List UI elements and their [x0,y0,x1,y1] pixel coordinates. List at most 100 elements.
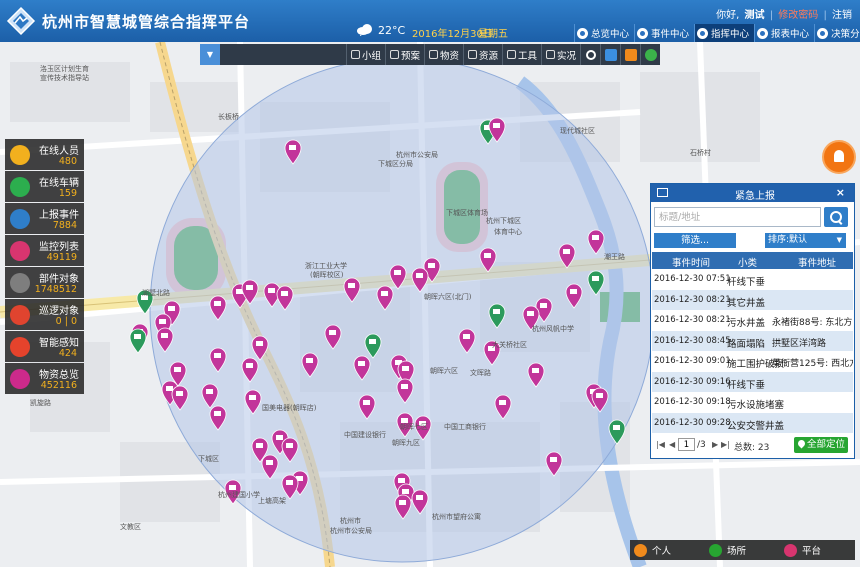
row-time: 2016-12-30 09:28 [654,417,731,428]
map-label: 湖墅北路 [142,289,170,297]
close-icon[interactable]: × [836,186,845,199]
last-page-icon[interactable]: ▶| [721,440,730,449]
stat-monitor-list[interactable]: 监控列表 49119 [5,235,84,266]
logout-link[interactable]: 注销 [832,10,852,21]
row-time: 2016-12-30 07:51 [654,274,731,284]
patrol-icon [10,305,30,325]
stat-label: 物资总览 [39,370,79,381]
row-subtype: 污水设施堵塞 [727,400,785,411]
toolbar-plan-button[interactable]: 预案 [384,44,424,65]
table-row[interactable]: 2016-12-30 07:51 杆线下垂 [652,269,853,290]
separator: | [769,10,774,21]
search-icon[interactable] [824,207,848,227]
materials-icon [429,50,438,59]
alarm-bell-icon[interactable] [822,140,856,174]
table-row[interactable]: 2016-12-30 09:16 杆线下垂 [652,371,853,392]
stat-component-objects[interactable]: 部件对象 1748512 [5,267,84,298]
group-icon [350,50,360,59]
layer-person-button[interactable]: 个人 [630,540,705,560]
power-button[interactable] [580,44,600,65]
stat-value: 1748512 [34,284,77,295]
emergency-report-panel: 紧急上报 × 筛选... 排序:默认 事件时间 小类 事件地址 2016-12-… [650,183,855,459]
map-label: 潮王路 [604,253,625,261]
live-icon [546,50,556,59]
table-row[interactable]: 2016-12-30 09:28 公安交警井盖 [652,412,853,433]
map-label: 中国建设银行 [344,431,386,439]
command-icon [697,27,709,39]
map-label: 下城区分局 [378,160,413,168]
locate-all-button[interactable]: 全部定位 [794,437,848,453]
stat-smart-sensing[interactable]: 智能感知 424 [5,331,84,362]
stat-materials-overview[interactable]: 物资总览 452116 [5,363,84,394]
layer-venue-button[interactable]: 场所 [705,540,780,560]
stat-value: 452116 [40,380,77,391]
toolbar-live-button[interactable]: 实况 [541,44,580,65]
row-subtype: 其它井盖 [727,297,766,309]
city-logo-icon [6,6,36,36]
app-title: 杭州市智慧城管综合指挥平台 [42,13,251,31]
toolbar-tools-button[interactable]: 工具 [502,44,541,65]
layer-label: 平台 [802,546,822,557]
column-address: 事件地址 [798,258,837,269]
map-toolbar: ▼ 小组 预案 物资 资源 工具 实况 [200,44,660,65]
stat-label: 在线车辆 [39,178,79,189]
page-total: /3 [697,440,706,450]
layer-platform-button[interactable]: 平台 [780,540,855,560]
map-label: 朝晖七区 [400,423,428,431]
tab-overview[interactable]: 总览中心 [574,24,634,42]
search-input[interactable] [654,207,821,227]
row-address: 拱墅区洋湾路 [772,338,827,349]
stat-value: 159 [58,188,77,199]
stat-value: 0 | 0 [55,316,77,327]
map-label: 上塘高架 [258,497,286,505]
toolbar-label: 小组 [361,50,381,62]
sort-select[interactable]: 排序:默认 [765,233,846,248]
prev-page-icon[interactable]: ◀ [669,440,675,449]
map-label: 下城区体育场 [446,209,488,217]
table-row[interactable]: 2016-12-30 09:18 污水设施堵塞 [652,392,853,413]
person-icon [604,48,617,61]
username: 测试 [744,10,765,21]
stat-online-vehicles[interactable]: 在线车辆 159 [5,171,84,202]
tab-reports[interactable]: 报表中心 [754,24,814,42]
change-password-link[interactable]: 修改密码 [778,10,818,21]
user-area: 你好, 测试 | 修改密码 | 注销 [714,6,852,21]
next-page-icon[interactable]: ▶ [712,440,718,449]
stat-reported-events[interactable]: 上报事件 7884 [5,203,84,234]
current-weekday: 星期五 [478,29,508,40]
stat-label: 在线人员 [39,146,79,157]
toolbar-label: 预案 [400,50,420,62]
person-button[interactable] [600,44,620,65]
map-label: 朝晖六区(北门) [424,293,472,301]
toolbar-label: 实况 [557,50,577,62]
stat-patrol-objects[interactable]: 巡逻对象 0 | 0 [5,299,84,330]
map-label: 现代城社区 [560,127,595,135]
stat-online-staff[interactable]: 在线人员 480 [5,139,84,170]
table-row[interactable]: 2016-12-30 08:45 路面塌陷 拱墅区洋湾路 [652,330,853,351]
table-row[interactable]: 2016-12-30 08:21 其它井盖 [652,289,853,310]
table-row[interactable]: 2016-12-30 09:01施工围护破损莫衙营125号: 西北方向 [652,351,853,372]
map-label: (朝晖校区) [310,271,344,279]
toolbar-dropdown-icon[interactable]: ▼ [200,44,220,65]
tab-command[interactable]: 指挥中心 [694,24,755,42]
table-row[interactable]: 2016-12-30 08:21 污水井盖 永褚街88号: 东北方向 [652,310,853,331]
toolbar-materials-button[interactable]: 物资 [424,44,463,65]
page-number-input[interactable] [678,438,695,451]
filter-button[interactable]: 筛选... [654,233,736,248]
trash-button[interactable] [620,44,640,65]
map-label: 杭州下城区 [486,217,521,225]
total-count: 总数: 23 [734,443,770,453]
first-page-icon[interactable]: |◀ [656,440,665,449]
layer-button[interactable] [640,44,660,65]
toolbar-resources-button[interactable]: 资源 [463,44,502,65]
trash-icon [624,48,637,61]
materials-icon [10,369,30,389]
tab-label: 事件中心 [651,29,690,40]
stat-label: 监控列表 [39,242,79,253]
map-label: 杭州市公安局 [330,527,372,535]
tab-events[interactable]: 事件中心 [634,24,694,42]
toolbar-label: 物资 [440,50,460,62]
toolbar-group-button[interactable]: 小组 [345,44,385,65]
tab-analysis[interactable]: 决策分析 [814,24,860,42]
